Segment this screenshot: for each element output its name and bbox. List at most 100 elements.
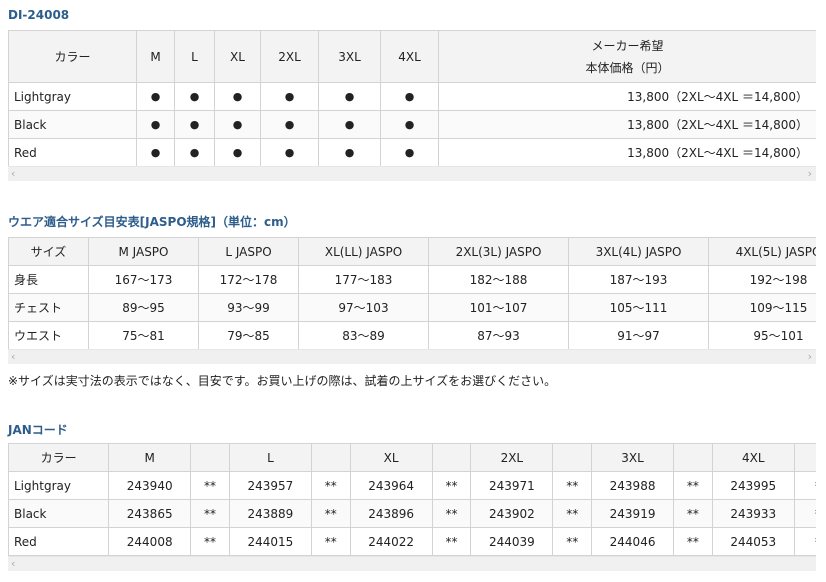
scroll-left-icon[interactable]: ‹ xyxy=(11,167,15,181)
jan-code: 244015 xyxy=(228,527,312,556)
jan-header-spacer xyxy=(672,443,713,472)
availability-mark: ● xyxy=(260,82,319,111)
jan-code: 243957 xyxy=(228,471,312,500)
measure-value: 101～107 xyxy=(428,293,569,322)
measure-value: 187～193 xyxy=(568,265,709,294)
color-availability-table: カラー M L XL 2XL 3XL 4XL メーカー希望 本体価格（円） Li… xyxy=(8,30,816,167)
jan-suffix: ** xyxy=(672,527,713,556)
size-table-title: ウエア適合サイズ目安表[JASPO規格]（単位：cm） xyxy=(8,215,296,229)
jan-suffix: ** xyxy=(190,527,230,556)
jan-suffix: ** xyxy=(310,499,351,528)
color-table-scrollbar[interactable]: ‹ › xyxy=(8,166,816,181)
measure-value: 83～89 xyxy=(298,321,429,350)
availability-mark: ● xyxy=(260,110,319,139)
price-value: 13,800（2XL～4XL ＝14,800） xyxy=(438,82,816,111)
jan-header-spacer xyxy=(793,443,816,472)
scroll-right-icon[interactable]: › xyxy=(808,350,812,364)
jan-header-spacer xyxy=(310,443,351,472)
measure-value: 167～173 xyxy=(88,265,199,294)
jan-suffix: ** xyxy=(793,499,816,528)
availability-mark: ● xyxy=(136,82,175,111)
size-table-header-row: サイズ M JASPO L JASPO XL(LL) JASPO 2XL(3L)… xyxy=(8,237,816,266)
jan-size-header: 2XL xyxy=(470,443,554,472)
size-table-scrollbar[interactable]: ‹ › xyxy=(8,349,816,364)
jan-code-table: カラー M L XL 2XL 3XL 4XL Lightgray 243940 *… xyxy=(8,443,816,556)
availability-mark: ● xyxy=(174,82,215,111)
jan-code: 243919 xyxy=(591,499,674,528)
jan-size-header: 4XL xyxy=(711,443,795,472)
price-header-line1: メーカー希望 xyxy=(591,38,664,53)
availability-mark: ● xyxy=(318,82,381,111)
measure-value: 172～178 xyxy=(198,265,299,294)
measure-value: 177～183 xyxy=(298,265,429,294)
jan-size-header: M xyxy=(108,443,192,472)
price-value: 13,800（2XL～4XL ＝14,800） xyxy=(438,110,816,139)
measure-label: チェスト xyxy=(8,293,89,322)
jan-code: 244053 xyxy=(711,527,795,556)
availability-mark: ● xyxy=(174,110,215,139)
scroll-left-icon[interactable]: ‹ xyxy=(11,350,15,364)
jan-suffix: ** xyxy=(672,471,713,500)
jan-code: 243865 xyxy=(108,499,192,528)
jan-header-spacer xyxy=(431,443,472,472)
price-header-line2: 本体価格（円） xyxy=(585,60,670,75)
jan-code: 243971 xyxy=(470,471,554,500)
jan-suffix: ** xyxy=(310,471,351,500)
size-header-cell: M JASPO xyxy=(88,237,199,266)
size-header-cell: サイズ xyxy=(8,237,89,266)
measure-value: 93～99 xyxy=(198,293,299,322)
jan-suffix: ** xyxy=(552,499,593,528)
availability-mark: ● xyxy=(260,138,319,167)
color-header: カラー xyxy=(8,30,137,83)
jan-size-header: XL xyxy=(349,443,433,472)
jan-code: 243940 xyxy=(108,471,192,500)
jan-table-scrollbar[interactable]: ‹ xyxy=(8,556,816,571)
size-header-3xl: 3XL xyxy=(318,30,381,83)
size-header-cell: 2XL(3L) JASPO xyxy=(428,237,569,266)
scroll-left-icon[interactable]: ‹ xyxy=(11,557,15,571)
price-header: メーカー希望 本体価格（円） xyxy=(438,30,816,83)
measure-value: 95～101 xyxy=(708,321,816,350)
table-row: Black 243865 ** 243889 ** 243896 ** 243902 *… xyxy=(8,499,816,528)
price-value: 13,800（2XL～4XL ＝14,800） xyxy=(438,138,816,167)
measure-value: 89～95 xyxy=(88,293,199,322)
scroll-right-icon[interactable]: › xyxy=(808,167,812,181)
color-name: Lightgray xyxy=(8,82,137,111)
jan-suffix: ** xyxy=(793,471,816,500)
jan-code: 244022 xyxy=(349,527,433,556)
size-header-cell: 4XL(5L) JASPO xyxy=(708,237,816,266)
jan-color-header: カラー xyxy=(8,443,110,472)
table-row: Lightgray 243940 ** 243957 ** 243964 ** 243… xyxy=(8,471,816,500)
measure-value: 109～115 xyxy=(708,293,816,322)
table-row: チェスト 89～95 93～99 97～103 101～107 105～111 … xyxy=(8,293,816,322)
jan-suffix: ** xyxy=(190,499,230,528)
availability-mark: ● xyxy=(318,138,381,167)
availability-mark: ● xyxy=(380,110,439,139)
color-name: Lightgray xyxy=(8,471,110,500)
size-header-cell: 3XL(4L) JASPO xyxy=(568,237,709,266)
jan-suffix: ** xyxy=(190,471,230,500)
color-table-header-row: カラー M L XL 2XL 3XL 4XL メーカー希望 本体価格（円） xyxy=(8,30,816,83)
availability-mark: ● xyxy=(380,138,439,167)
jan-code: 244046 xyxy=(591,527,674,556)
jan-table-title: JANコード xyxy=(8,423,68,437)
jan-suffix: ** xyxy=(552,527,593,556)
color-name: Red xyxy=(8,138,137,167)
jan-header-spacer xyxy=(190,443,230,472)
jan-code: 244008 xyxy=(108,527,192,556)
jan-suffix: ** xyxy=(793,527,816,556)
availability-mark: ● xyxy=(214,110,261,139)
jan-code: 243902 xyxy=(470,499,554,528)
measure-label: ウエスト xyxy=(8,321,89,350)
availability-mark: ● xyxy=(214,138,261,167)
availability-mark: ● xyxy=(318,110,381,139)
jan-header-spacer xyxy=(552,443,593,472)
jan-code: 244039 xyxy=(470,527,554,556)
jan-suffix: ** xyxy=(431,527,472,556)
measure-value: 182～188 xyxy=(428,265,569,294)
size-header-m: M xyxy=(136,30,175,83)
jan-suffix: ** xyxy=(672,499,713,528)
table-row: Red 244008 ** 244015 ** 244022 ** 244039 ** … xyxy=(8,527,816,556)
size-note: ※サイズは実寸法の表示ではなく、目安です。お買い上げの際は、試着の上サイズをお選… xyxy=(8,374,557,388)
jan-table-header-row: カラー M L XL 2XL 3XL 4XL xyxy=(8,443,816,472)
